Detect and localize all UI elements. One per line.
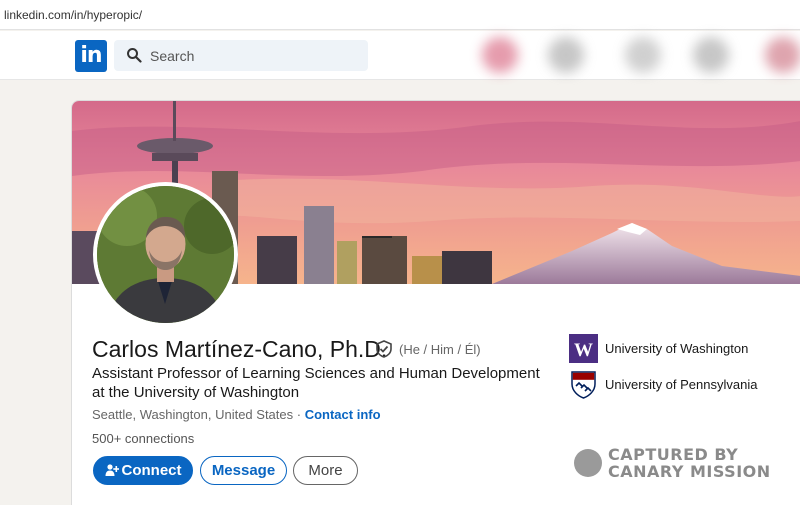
profile-photo[interactable] [93,182,238,327]
profile-location: Seattle, Washington, United States [92,407,294,422]
verified-shield-icon[interactable] [375,340,393,358]
profile-pronouns: (He / Him / Él) [399,342,481,357]
nav-messaging-icon[interactable] [693,37,729,73]
more-button[interactable]: More [293,456,358,485]
nav-jobs-icon[interactable] [625,37,661,73]
uw-logo-letter: W [574,340,593,361]
message-button[interactable]: Message [200,456,287,485]
nav-home-icon[interactable] [482,37,518,73]
linkedin-logo-icon[interactable]: in [75,40,107,72]
add-person-icon [105,464,119,476]
search-icon [127,48,142,63]
top-navbar: in Search [0,31,800,80]
canary-mission-watermark: CAPTURED BY CANARY MISSION [574,446,774,482]
watermark-line1: CAPTURED BY [608,445,739,464]
avatar-image [97,186,234,323]
search-placeholder: Search [150,48,195,64]
address-bar[interactable]: linkedin.com/in/hyperopic/ [0,0,800,30]
connect-label: Connect [121,462,182,479]
nav-notifications-icon[interactable] [765,37,800,73]
profile-location-line: Seattle, Washington, United States · Con… [92,407,381,422]
penn-shield-icon [571,371,596,399]
url-text: linkedin.com/in/hyperopic/ [4,8,143,22]
uw-logo-icon: W [569,334,598,363]
profile-headline: Assistant Professor of Learning Sciences… [92,365,540,401]
connections-count[interactable]: 500+ connections [92,431,194,446]
profile-name: Carlos Martínez-Cano, Ph.D. [92,336,388,362]
org-name-uw: University of Washington [605,341,749,356]
org-name-penn: University of Pennsylvania [605,377,758,392]
watermark-line2: CANARY MISSION [608,462,771,481]
watermark-text: CAPTURED BY CANARY MISSION [608,446,771,480]
canary-logo-icon [574,449,602,477]
contact-info-link[interactable]: Contact info [305,407,381,422]
location-separator: · [293,407,305,422]
connect-button[interactable]: Connect [93,456,193,485]
nav-network-icon[interactable] [548,37,584,73]
search-input[interactable]: Search [114,40,368,71]
